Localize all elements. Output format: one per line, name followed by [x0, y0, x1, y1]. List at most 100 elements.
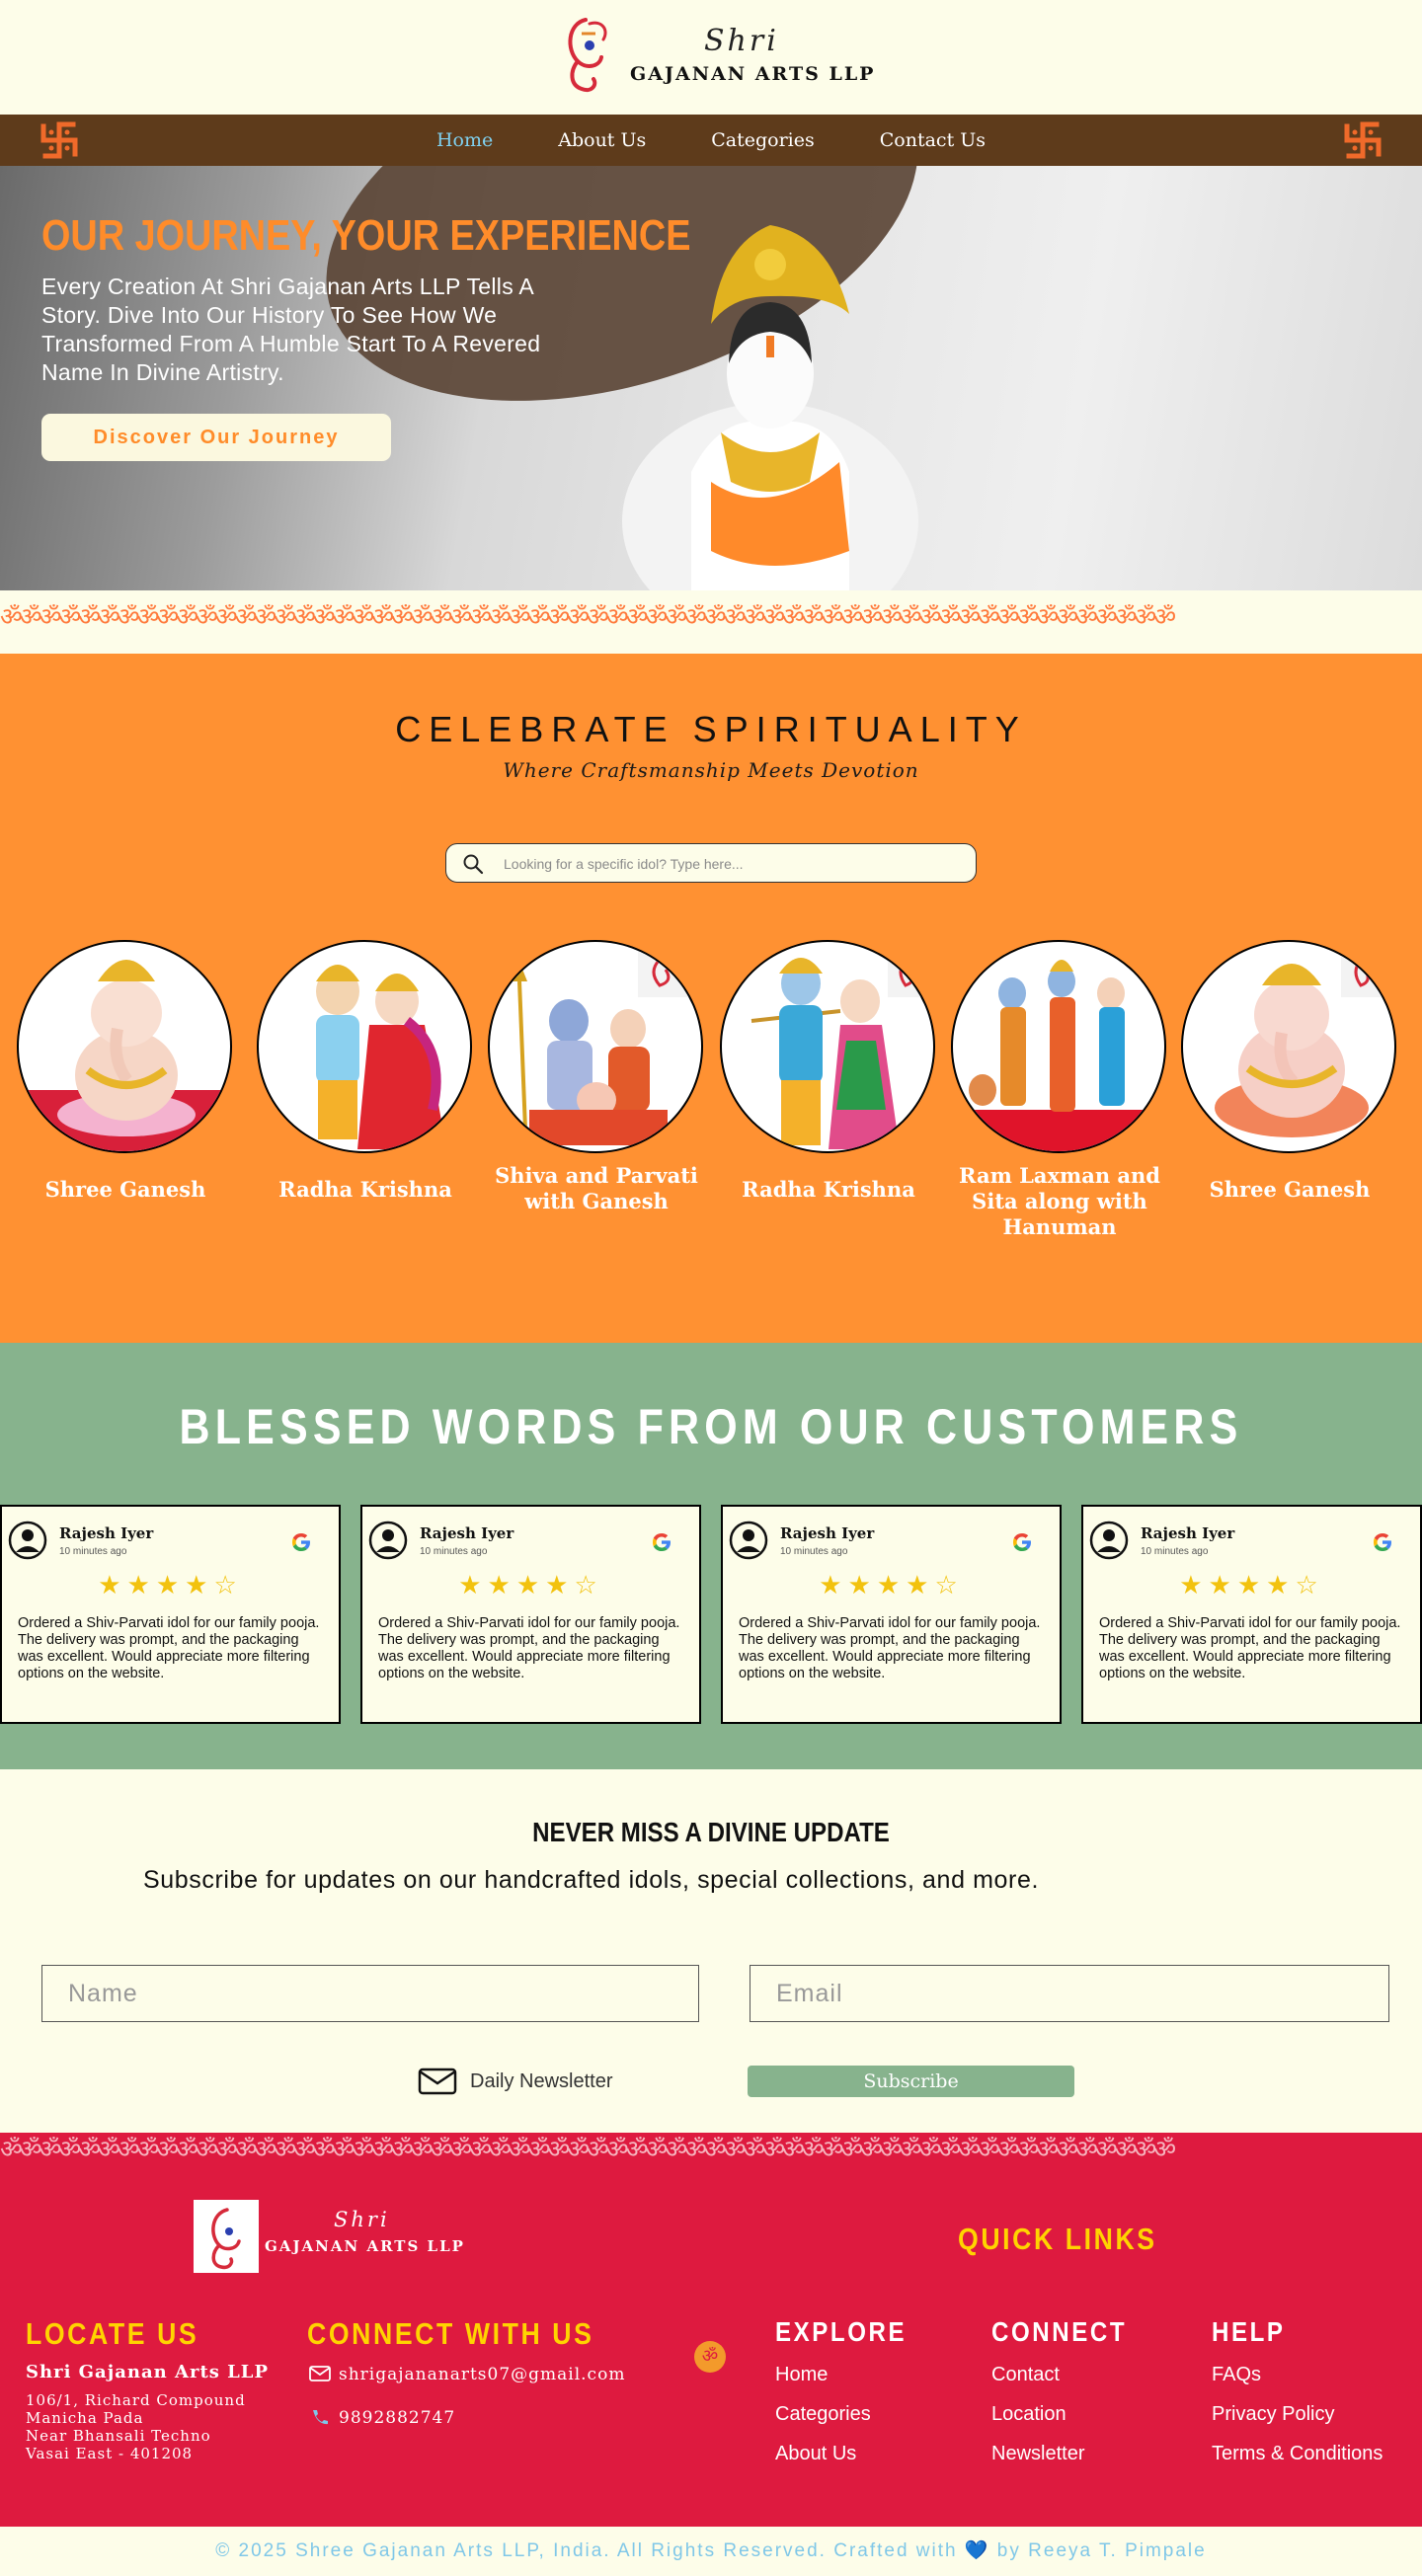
footer-phone-text: 9892882747	[339, 2408, 456, 2428]
category-image[interactable]	[488, 940, 703, 1153]
footer-phone[interactable]: 9892882747	[309, 2408, 455, 2428]
category-image[interactable]	[951, 940, 1166, 1153]
user-avatar-icon	[368, 1521, 408, 1560]
name-field[interactable]	[41, 1965, 699, 2022]
main-nav: Home About Us Categories Contact Us	[0, 115, 1422, 166]
rating-stars: ★★★★☆	[98, 1570, 243, 1600]
footer-company-name: Shri Gajanan Arts LLP	[26, 2362, 269, 2382]
rating-stars: ★★★★☆	[1179, 1570, 1324, 1600]
user-avatar-icon	[729, 1521, 768, 1560]
review-text: Ordered a Shiv-Parvati idol for our fami…	[18, 1615, 320, 1681]
category-label: Shiva and Parvati with Ganesh	[495, 1163, 698, 1213]
review-card: Rajesh Iyer 10 minutes ago ★★★★☆ Ordered…	[0, 1505, 341, 1724]
help-title: HELP	[1212, 2316, 1286, 2347]
connect-with-us-title: CONNECT WITH US	[307, 2316, 594, 2351]
shiva-parvati-idol-image	[512, 952, 687, 1145]
discover-journey-button[interactable]: Discover Our Journey	[41, 414, 391, 461]
footer-link-categories[interactable]: Categories	[775, 2403, 871, 2426]
nav-links: Home About Us Categories Contact Us	[0, 115, 1422, 166]
celebrate-subtitle: Where Craftsmanship Meets Devotion	[503, 758, 919, 782]
radha-krishna-idol-image	[750, 952, 927, 1149]
nav-home[interactable]: Home	[404, 115, 525, 166]
mail-icon	[309, 2366, 331, 2381]
ram-darbar-idol-image	[953, 960, 1164, 1151]
reviewer-name: Rajesh Iyer	[59, 1524, 154, 1542]
hero-text: Every Creation At Shri Gajanan Arts LLP …	[41, 273, 541, 385]
nav-categories[interactable]: Categories	[678, 115, 847, 166]
quick-links-title: QUICK LINKS	[958, 2222, 1157, 2256]
email-field[interactable]	[750, 1965, 1389, 2022]
review-text: Ordered a Shiv-Parvati idol for our fami…	[378, 1615, 680, 1681]
footer-link-faqs[interactable]: FAQs	[1212, 2364, 1261, 2386]
subscribe-title: NEVER MISS A DIVINE UPDATE	[532, 1817, 890, 1847]
brand-shri: Shri	[704, 24, 779, 58]
category-image[interactable]	[720, 940, 935, 1153]
swastika-icon	[1344, 121, 1382, 159]
footer-email-text: shrigajananarts07@gmail.com	[339, 2365, 626, 2384]
site-header: Shri GAJANAN ARTS LLP	[0, 0, 1422, 115]
review-time: 10 minutes ago	[1141, 1546, 1209, 1557]
brand-logo[interactable]: Shri GAJANAN ARTS LLP	[556, 10, 882, 99]
footer-email[interactable]: shrigajananarts07@gmail.com	[309, 2365, 625, 2384]
review-text: Ordered a Shiv-Parvati idol for our fami…	[1099, 1615, 1401, 1681]
google-icon	[1374, 1533, 1391, 1551]
category-image[interactable]	[257, 940, 472, 1153]
subscribe-section: NEVER MISS A DIVINE UPDATE Subscribe for…	[0, 1769, 1422, 2133]
address-line: Manicha Pada	[26, 2409, 144, 2427]
subscribe-text: Subscribe for updates on our handcrafted…	[143, 1866, 1040, 1894]
footer-link-home[interactable]: Home	[775, 2364, 828, 2386]
om-border-bottom: ॐॐॐॐॐॐॐॐॐॐॐॐॐॐॐॐॐॐॐॐॐॐॐॐॐॐॐॐॐॐॐॐॐॐॐॐॐॐॐॐ…	[0, 2133, 1422, 2166]
footer-link-privacy-policy[interactable]: Privacy Policy	[1212, 2403, 1334, 2426]
footer-link-newsletter[interactable]: Newsletter	[991, 2443, 1084, 2465]
footer-link-about-us[interactable]: About Us	[775, 2443, 856, 2465]
celebrate-title: CELEBRATE SPIRITUALITY	[395, 709, 1027, 749]
user-avatar-icon	[8, 1521, 47, 1560]
brand-name: GAJANAN ARTS LLP	[630, 63, 876, 85]
category-label: Shree Ganesh	[1209, 1177, 1371, 1202]
ganesh-logo-icon	[568, 18, 607, 92]
review-card: Rajesh Iyer 10 minutes ago ★★★★☆ Ordered…	[721, 1505, 1062, 1724]
footer-link-location[interactable]: Location	[991, 2403, 1066, 2426]
search-input[interactable]	[504, 850, 958, 878]
rating-stars: ★★★★☆	[819, 1570, 964, 1600]
reviewer-name: Rajesh Iyer	[1141, 1524, 1235, 1542]
ram-idol-image	[622, 225, 918, 590]
nav-contact-us[interactable]: Contact Us	[847, 115, 1018, 166]
review-time: 10 minutes ago	[420, 1546, 488, 1557]
footer-link-terms[interactable]: Terms & Conditions	[1212, 2443, 1382, 2465]
ganesh-idol-image	[19, 960, 230, 1151]
locate-us-title: LOCATE US	[26, 2316, 199, 2351]
address-line: Near Bhansali Techno	[26, 2427, 211, 2445]
envelope-icon	[418, 2068, 457, 2095]
category-label: Radha Krishna	[278, 1177, 452, 1202]
review-time: 10 minutes ago	[59, 1546, 127, 1557]
connect-title: CONNECT	[991, 2316, 1128, 2347]
page: Shri GAJANAN ARTS LLP Home About Us Cate…	[0, 0, 1422, 2576]
copyright-bar: © 2025 Shree Gajanan Arts LLP, India. Al…	[0, 2527, 1422, 2576]
search-bar	[445, 843, 977, 883]
category-label: Ram Laxman and Sita along with Hanuman	[959, 1163, 1160, 1239]
category-image[interactable]	[17, 940, 232, 1153]
category-label: Shree Ganesh	[44, 1177, 206, 1202]
reviewer-name: Rajesh Iyer	[420, 1524, 514, 1542]
ganesh-logo-icon	[194, 2200, 259, 2273]
ganesh-idol-image	[1215, 952, 1386, 1137]
footer-link-contact[interactable]: Contact	[991, 2364, 1060, 2386]
category-image[interactable]	[1181, 940, 1396, 1153]
testimonials-title: BLESSED WORDS FROM OUR CUSTOMERS	[179, 1399, 1243, 1454]
hero-banner: OUR JOURNEY, YOUR EXPERIENCE Every Creat…	[0, 166, 1422, 590]
address-line: Vasai East - 401208	[26, 2445, 194, 2462]
google-icon	[292, 1533, 310, 1551]
search-icon	[463, 854, 484, 875]
google-icon	[653, 1533, 671, 1551]
footer-address: 106/1, Richard Compound Manicha Pada Nea…	[26, 2391, 246, 2462]
footer-brand-shri: Shri	[334, 2208, 390, 2231]
site-footer: Shri GAJANAN ARTS LLP QUICK LINKS LOCATE…	[0, 2166, 1422, 2527]
radha-krishna-idol-image	[316, 965, 446, 1149]
testimonials-section: BLESSED WORDS FROM OUR CUSTOMERS Rajesh …	[0, 1343, 1422, 1769]
subscribe-button[interactable]: Subscribe	[748, 2066, 1074, 2097]
nav-about-us[interactable]: About Us	[525, 115, 678, 166]
review-card: Rajesh Iyer 10 minutes ago ★★★★☆ Ordered…	[360, 1505, 701, 1724]
rating-stars: ★★★★☆	[458, 1570, 603, 1600]
review-time: 10 minutes ago	[780, 1546, 848, 1557]
